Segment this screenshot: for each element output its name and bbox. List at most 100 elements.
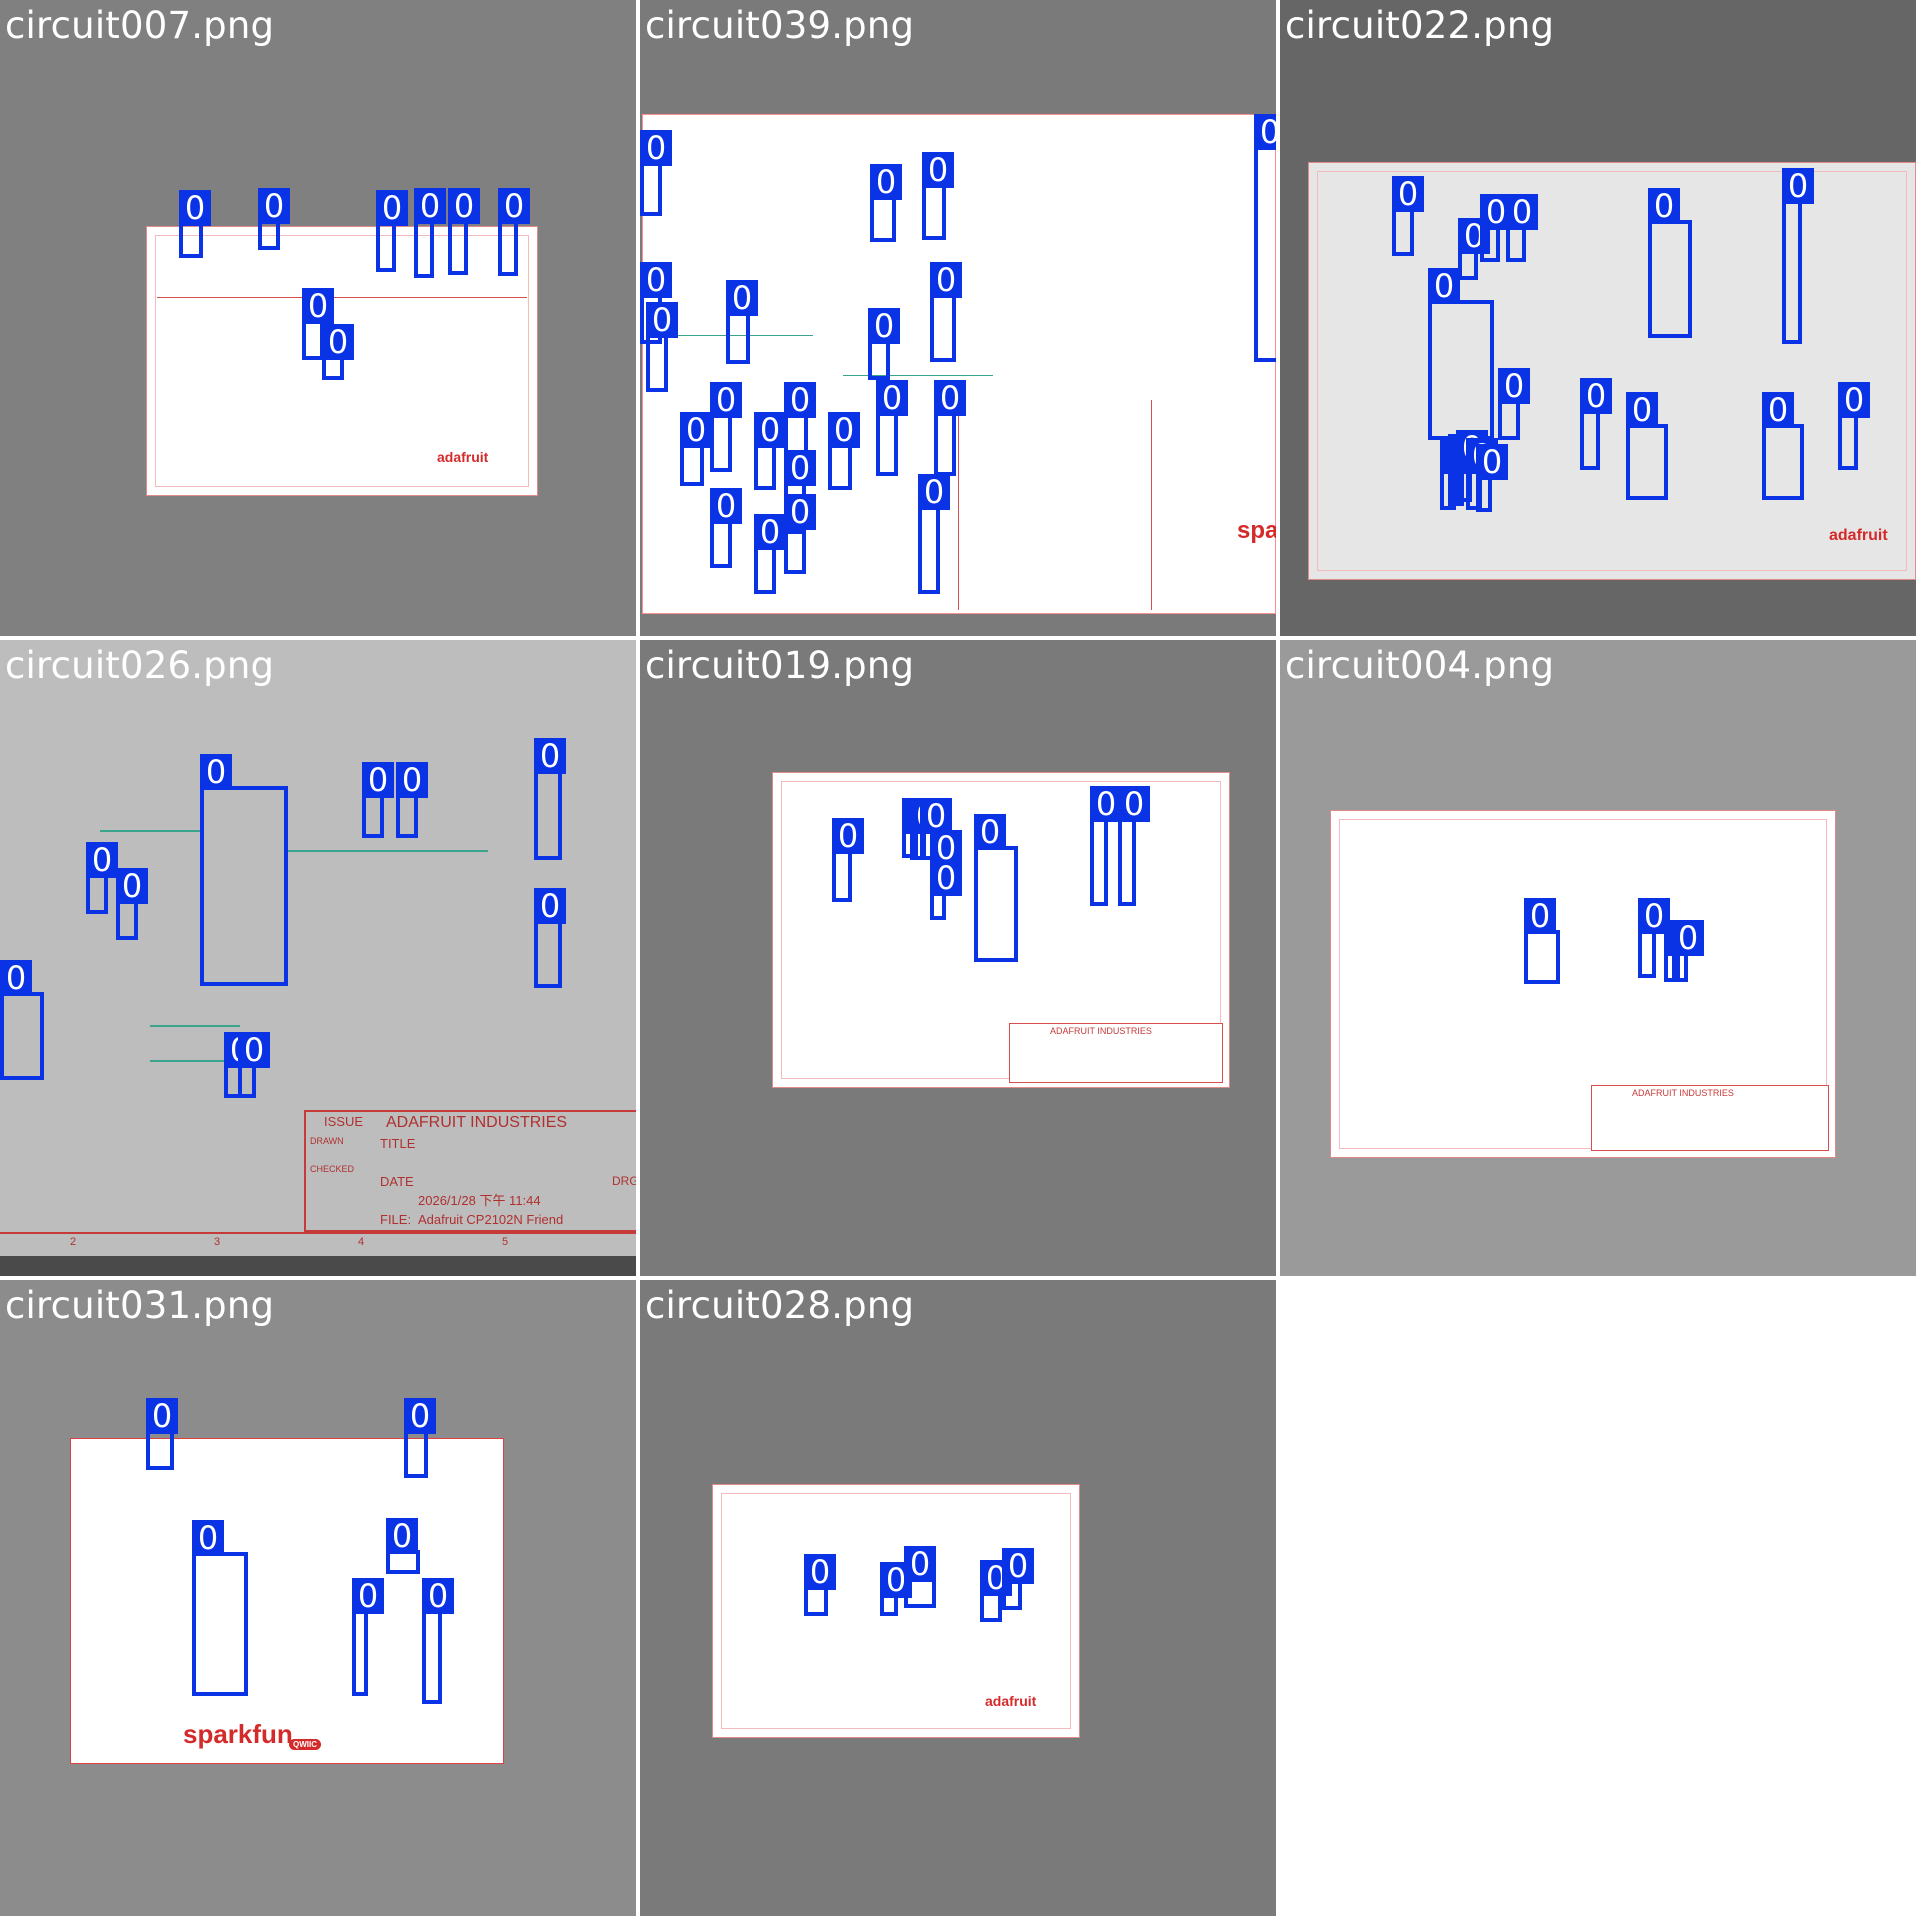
detection-label: 0	[726, 280, 758, 316]
detection-box[interactable]: 0	[804, 1554, 836, 1616]
tile-circuit004[interactable]: circuit004.png ADAFRUIT INDUSTRIES 0 0 0…	[1280, 640, 1916, 1276]
detection-box[interactable]: 0	[376, 190, 408, 272]
detection-box[interactable]: 0	[1506, 194, 1538, 262]
detection-label: 0	[258, 188, 290, 224]
detection-box[interactable]: 0	[1838, 382, 1870, 470]
tile-filename: circuit004.png	[1285, 644, 1555, 687]
detection-box[interactable]: 0	[1498, 368, 1530, 440]
detection-box[interactable]: 0	[386, 1518, 420, 1574]
detection-box[interactable]: 0	[1762, 392, 1804, 500]
detection-label: 0	[870, 164, 902, 200]
detection-box[interactable]: 0	[980, 1560, 1012, 1622]
detection-box[interactable]: 0	[1524, 898, 1560, 984]
detection-box[interactable]: 0	[876, 380, 908, 476]
detection-box[interactable]: 0	[396, 762, 428, 838]
detection-box[interactable]: 0	[904, 1546, 936, 1608]
detection-box[interactable]: 0	[362, 762, 394, 838]
detection-box[interactable]: 0	[828, 412, 860, 490]
detection-box[interactable]: 0	[1782, 168, 1814, 344]
detection-box[interactable]: 0	[784, 494, 816, 574]
detection-box[interactable]: 0	[1580, 378, 1612, 470]
detection-box[interactable]: 0	[1428, 268, 1494, 440]
detection-box[interactable]: 0	[1254, 114, 1276, 362]
wire	[843, 375, 993, 376]
detection-box[interactable]: 0	[930, 262, 962, 362]
detection-label: 0	[146, 1398, 178, 1434]
detection-box[interactable]: 0	[680, 412, 712, 486]
divider	[958, 400, 959, 610]
detection-label: 0	[86, 842, 118, 878]
detection-box[interactable]: 0	[116, 868, 148, 940]
detection-box[interactable]: 0	[352, 1578, 384, 1696]
detection-box[interactable]: 0	[1458, 218, 1490, 280]
detection-box[interactable]: 0	[238, 1032, 270, 1098]
tb-date-label: DATE	[380, 1174, 414, 1189]
detection-box[interactable]: 0	[1626, 392, 1668, 500]
detection-box[interactable]: 0	[1002, 1548, 1034, 1610]
detection-box[interactable]: 0	[922, 152, 954, 240]
detection-label: 0	[930, 262, 962, 298]
detection-box[interactable]: 0	[754, 412, 786, 490]
detection-box[interactable]: 0	[1392, 176, 1424, 256]
schematic-sheet: ADAFRUIT INDUSTRIES	[1330, 810, 1836, 1158]
detection-label: 0	[1626, 392, 1658, 428]
detection-box[interactable]: 0	[1090, 786, 1122, 906]
detection-box[interactable]: 0	[0, 960, 44, 1080]
ruler-col: 2	[70, 1236, 77, 1248]
detection-box[interactable]: 0	[192, 1520, 248, 1696]
detection-box[interactable]: 0	[302, 288, 334, 360]
detection-label: 0	[322, 324, 354, 360]
detection-label: 0	[804, 1554, 836, 1590]
detection-box[interactable]: 0	[534, 888, 566, 988]
detection-box[interactable]: 0	[934, 380, 966, 476]
detection-box[interactable]: 0	[1638, 898, 1670, 978]
tile-circuit028[interactable]: circuit028.png adafruit 0 0 0 0 0	[640, 1280, 1276, 1916]
tile-circuit022[interactable]: circuit022.png adafruit 0 0 0 0 0 0 0 0 …	[1280, 0, 1916, 636]
tile-filename: circuit031.png	[5, 1284, 275, 1327]
detection-box[interactable]: 0	[754, 514, 786, 594]
ruler-col: 3	[214, 1236, 221, 1248]
detection-label: 0	[1672, 920, 1704, 956]
detection-box[interactable]: 0	[414, 188, 446, 278]
detection-label: 0	[179, 190, 211, 226]
detection-box[interactable]: 0	[534, 738, 566, 860]
detection-box[interactable]: 0	[498, 188, 530, 276]
detection-box[interactable]: 0	[86, 842, 118, 914]
detection-box[interactable]: 0	[322, 324, 354, 380]
detection-box[interactable]: 0	[404, 1398, 436, 1478]
detection-box[interactable]: 0	[1672, 920, 1704, 982]
detection-box[interactable]: 0	[640, 130, 672, 216]
detection-box[interactable]: 0	[974, 814, 1018, 962]
detection-box[interactable]: 0	[930, 860, 962, 920]
detection-label: 0	[448, 188, 480, 224]
detection-box[interactable]: 0	[918, 474, 950, 594]
detection-box[interactable]: 0	[870, 164, 902, 242]
detection-box[interactable]: 0	[868, 308, 900, 380]
ruler-col: 5	[502, 1236, 509, 1248]
detection-box[interactable]: 0	[1648, 188, 1692, 338]
detection-box[interactable]: 0	[710, 382, 742, 472]
tile-circuit026[interactable]: circuit026.png ISSUE ADAFRUIT INDUSTRIES…	[0, 640, 636, 1276]
detection-box[interactable]: 0	[422, 1578, 454, 1704]
detection-box[interactable]: 0	[832, 818, 864, 902]
detection-label: 0	[116, 868, 148, 904]
detection-box[interactable]: 0	[179, 190, 211, 258]
detection-label: 0	[376, 190, 408, 226]
detection-box[interactable]: 0	[1480, 194, 1512, 262]
tile-circuit031[interactable]: circuit031.png sparkfun QWIIC 0 0 0 0 0 …	[0, 1280, 636, 1916]
detection-box[interactable]: 0	[1476, 444, 1508, 512]
detection-box[interactable]: 0	[726, 280, 758, 364]
detection-box[interactable]: 0	[146, 1398, 178, 1470]
detection-box[interactable]: 0	[646, 302, 678, 392]
tile-circuit019[interactable]: circuit019.png ADAFRUIT INDUSTRIES 0 0 0…	[640, 640, 1276, 1276]
detection-box[interactable]: 0	[258, 188, 290, 250]
tile-circuit007[interactable]: circuit007.png adafruit 0 0 0 0 0 0 0 0	[0, 0, 636, 636]
detection-box[interactable]: 0	[200, 754, 288, 986]
detection-box[interactable]: 0	[710, 488, 742, 568]
detection-box[interactable]: 0	[880, 1562, 912, 1616]
tile-circuit039[interactable]: circuit039.png spar 0 0 0 0 0 0 0 0 0 0 …	[640, 0, 1276, 636]
detection-box[interactable]: 0	[1118, 786, 1150, 906]
detection-label: 0	[0, 960, 32, 996]
detection-label: 0	[828, 412, 860, 448]
detection-box[interactable]: 0	[448, 188, 480, 275]
